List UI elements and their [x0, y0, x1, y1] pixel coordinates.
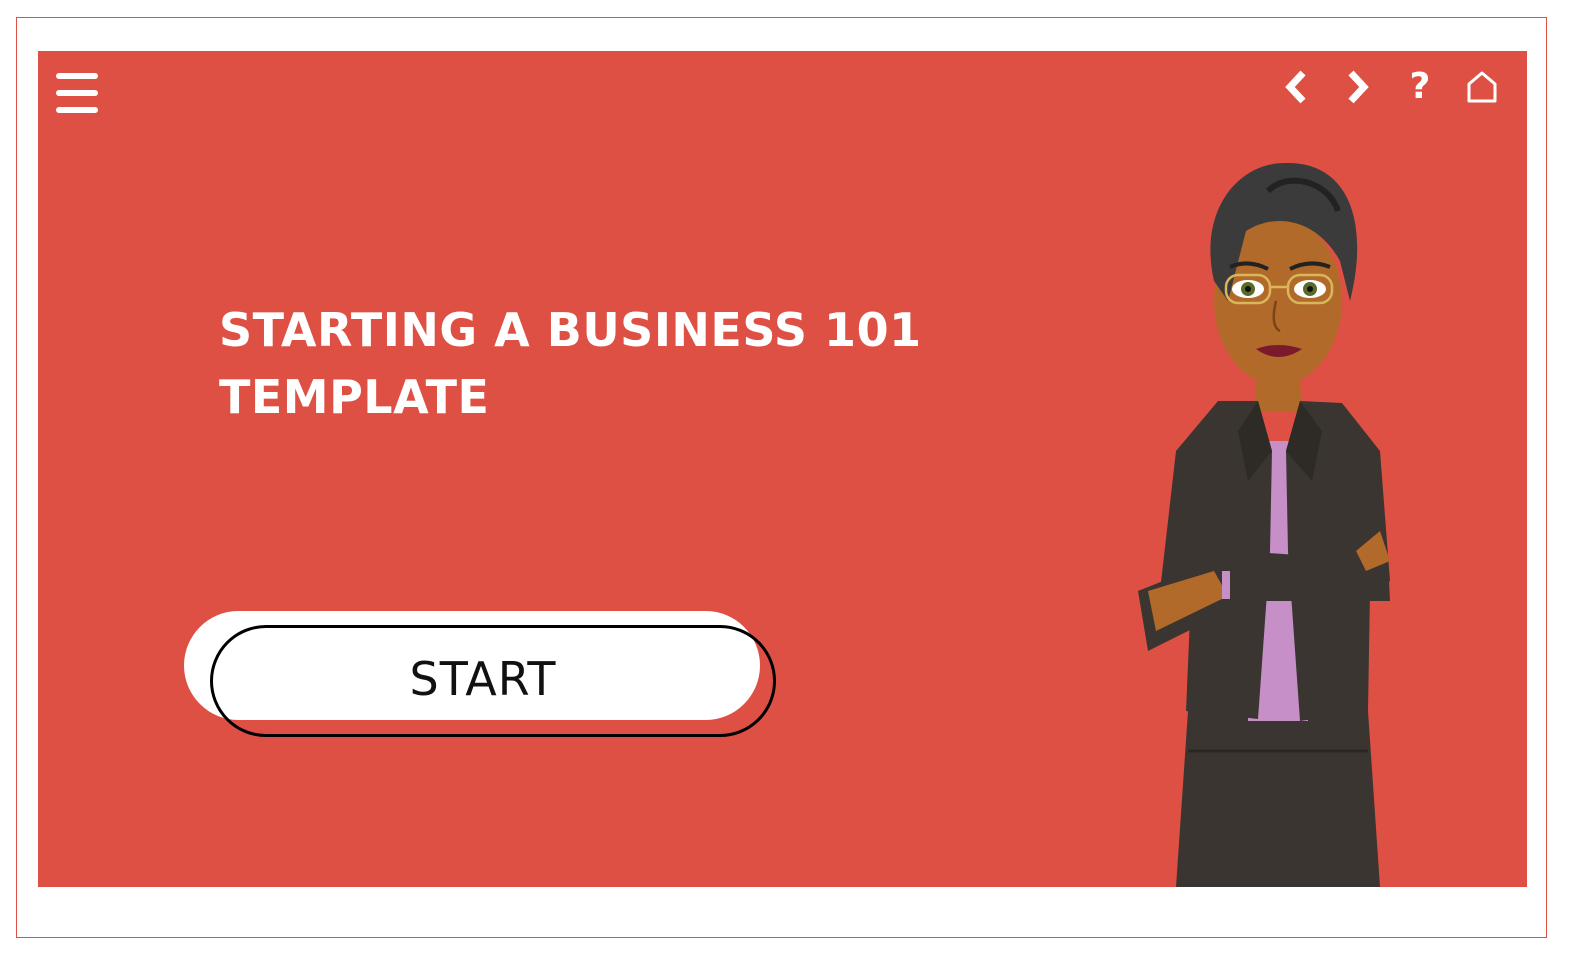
- title-line-2: TEMPLATE: [219, 370, 490, 424]
- menu-button[interactable]: [56, 71, 100, 115]
- slide-canvas: ? STARTING A BUSINESS 101 TEMPLATE START: [38, 51, 1527, 887]
- chevron-right-icon: [1348, 70, 1369, 104]
- nav-bar: ?: [1265, 67, 1513, 107]
- help-icon: ?: [1409, 66, 1431, 107]
- title-line-1: STARTING A BUSINESS 101: [219, 303, 922, 357]
- businesswoman-illustration: [1138, 162, 1390, 887]
- chevron-left-icon: [1285, 70, 1306, 104]
- start-label: START: [409, 652, 557, 706]
- help-button[interactable]: ?: [1389, 67, 1451, 107]
- home-button[interactable]: [1451, 67, 1513, 107]
- home-icon: [1467, 71, 1497, 103]
- prev-button[interactable]: [1265, 67, 1327, 107]
- next-button[interactable]: [1327, 67, 1389, 107]
- start-button-group: START: [184, 611, 784, 741]
- start-button[interactable]: START: [210, 625, 776, 737]
- course-title: STARTING A BUSINESS 101 TEMPLATE: [219, 297, 939, 431]
